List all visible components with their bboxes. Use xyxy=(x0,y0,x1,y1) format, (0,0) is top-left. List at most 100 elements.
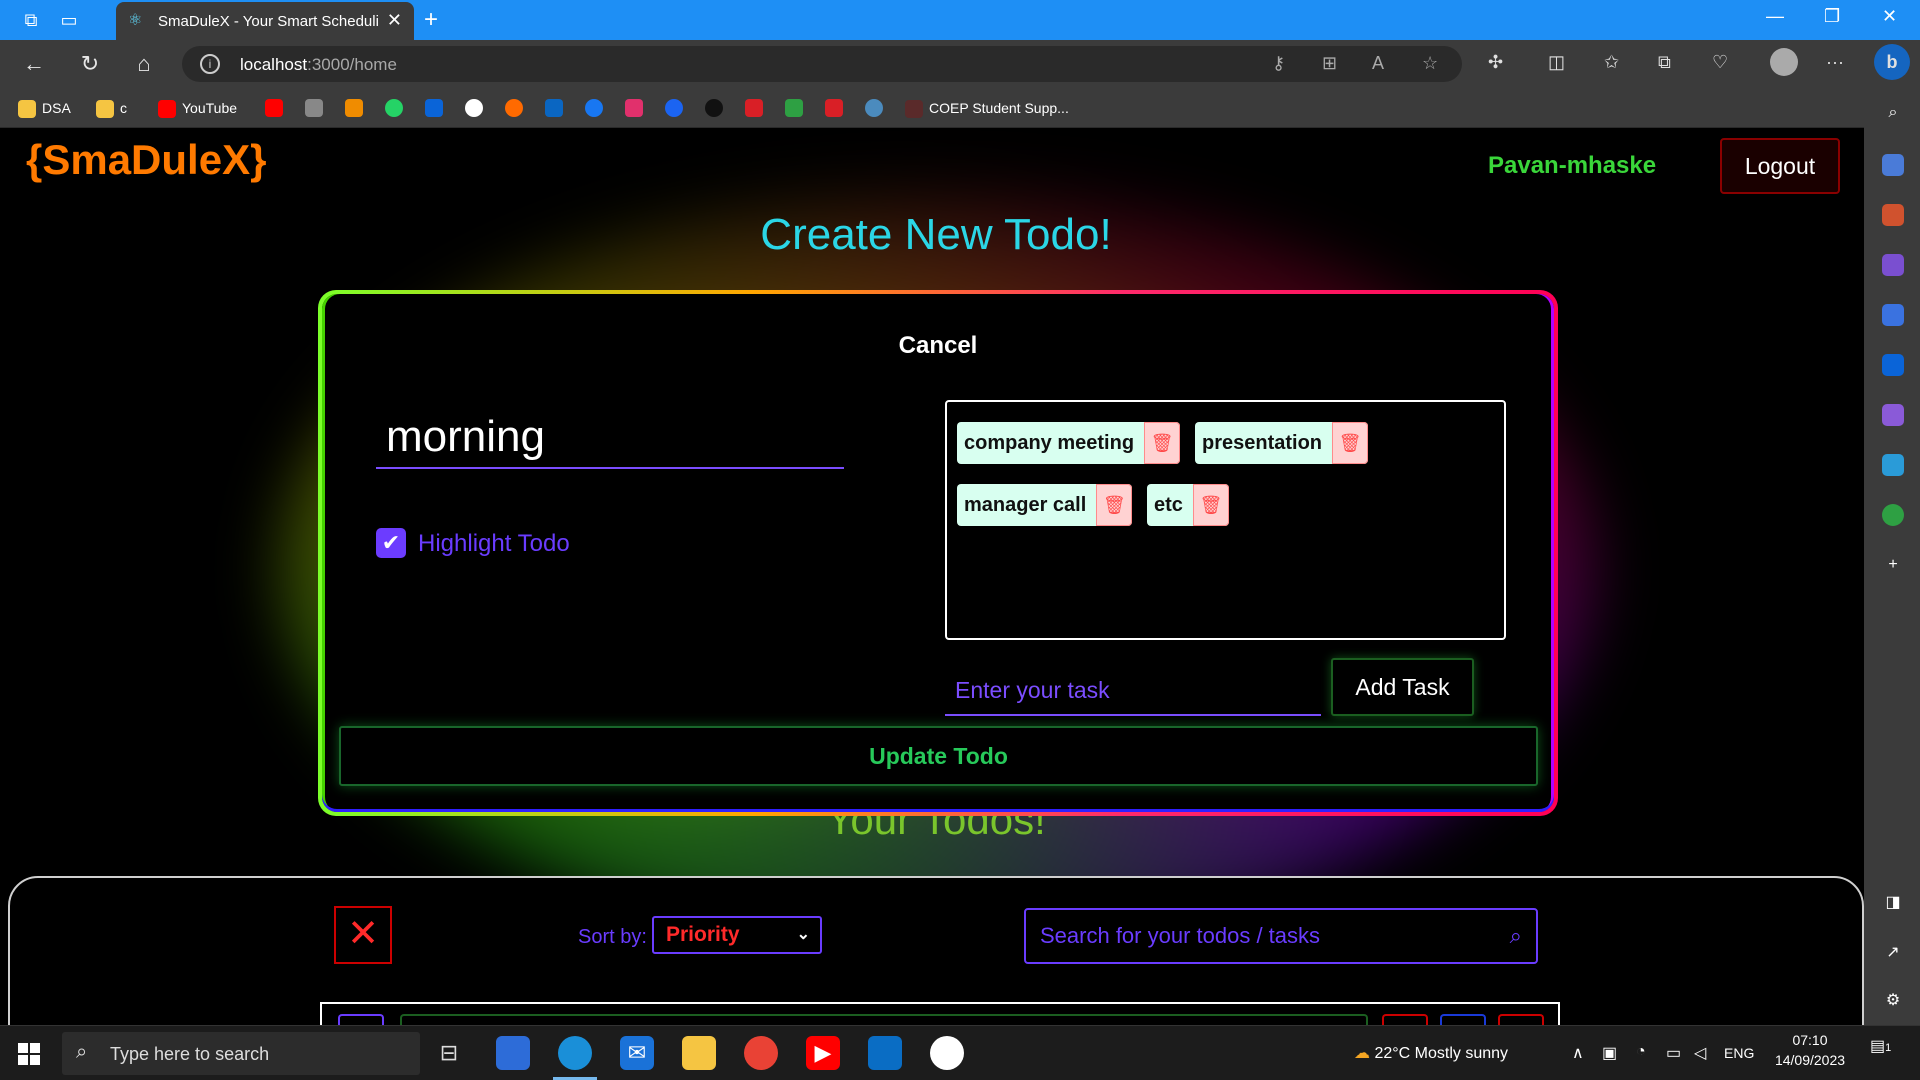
whatsapp-icon[interactable] xyxy=(385,99,403,117)
tools-icon[interactable] xyxy=(1882,204,1904,226)
chrome-icon[interactable] xyxy=(744,1036,778,1070)
split-screen-icon[interactable]: ◫ xyxy=(1548,52,1565,73)
close-window-icon[interactable]: ✕ xyxy=(1882,6,1897,27)
settings-gear-icon[interactable]: ⚙ xyxy=(1882,990,1904,1012)
search-icon[interactable]: ⌕ xyxy=(1882,102,1904,124)
notifications-icon[interactable]: ▤1 xyxy=(1870,1036,1891,1056)
browser-tab[interactable]: ⚛ SmaDuleX - Your Smart Scheduling ✕ xyxy=(116,2,414,40)
read-aloud-icon[interactable]: A xyxy=(1372,53,1384,74)
profile-avatar[interactable] xyxy=(1770,48,1798,76)
bookmark-youtube[interactable]: YouTube xyxy=(158,98,237,119)
todo-search-input[interactable]: Search for your todos / tasks ⌕ xyxy=(1024,908,1538,964)
apps-icon[interactable]: ⊞ xyxy=(1322,53,1337,74)
back-icon[interactable]: ← xyxy=(20,50,48,78)
copilot-sidebar-icon[interactable] xyxy=(1882,304,1904,326)
games-icon[interactable] xyxy=(1882,254,1904,276)
minimize-icon[interactable]: — xyxy=(1766,6,1784,27)
battery-icon[interactable]: ▭ xyxy=(1666,1043,1681,1063)
google-icon[interactable] xyxy=(465,99,483,117)
shopping-icon[interactable] xyxy=(1882,154,1904,176)
copilot-taskbar-icon[interactable] xyxy=(496,1036,530,1070)
task-view-icon[interactable]: ⊟ xyxy=(432,1036,466,1070)
external-link-icon[interactable]: ↗ xyxy=(1882,942,1904,964)
youtube-icon[interactable] xyxy=(265,99,283,117)
trash-icon[interactable]: 🗑 xyxy=(1096,484,1133,526)
address-bar[interactable]: i localhost:3000/home ⚷ ⊞ A ☆ xyxy=(182,46,1462,82)
bookmark-c[interactable]: c xyxy=(96,98,127,119)
site-icon[interactable] xyxy=(665,99,683,117)
todo-checkbox[interactable] xyxy=(338,1014,384,1025)
update-todo-button[interactable]: Update Todo xyxy=(339,726,1538,786)
workspaces-icon[interactable]: ⧉ xyxy=(20,9,42,31)
windows-start-icon[interactable] xyxy=(18,1043,40,1065)
site-icon[interactable] xyxy=(705,99,723,117)
sort-select[interactable]: Priority ⌄ xyxy=(652,916,822,954)
todo-title[interactable] xyxy=(400,1014,1368,1025)
close-tab-icon[interactable]: ✕ xyxy=(387,10,402,31)
mail-icon[interactable]: ✉ xyxy=(620,1036,654,1070)
linkedin-icon[interactable] xyxy=(545,99,563,117)
outlook-icon[interactable] xyxy=(1882,354,1904,376)
site-icon[interactable] xyxy=(345,99,363,117)
brand-logo[interactable]: {SmaDuleX} xyxy=(26,136,266,184)
extensions-icon[interactable]: ✣ xyxy=(1488,52,1503,73)
collections-icon[interactable]: ⧉ xyxy=(1658,52,1671,73)
add-task-button[interactable]: Add Task xyxy=(1331,658,1474,716)
site-icon[interactable] xyxy=(505,99,523,117)
designer-icon[interactable] xyxy=(1882,404,1904,426)
tab-actions-icon[interactable]: ▭ xyxy=(58,9,80,31)
browser-essentials-icon[interactable]: ♡ xyxy=(1712,52,1728,73)
clock[interactable]: 07:10 14/09/2023 xyxy=(1770,1032,1850,1068)
trash-icon[interactable]: 🗑 xyxy=(1332,422,1369,464)
copilot-icon[interactable]: b xyxy=(1874,44,1910,80)
sidebar-toggle-icon[interactable]: ◨ xyxy=(1882,892,1904,914)
restore-icon[interactable]: ❐ xyxy=(1824,6,1840,27)
volume-icon[interactable]: ◁ xyxy=(1694,1043,1706,1063)
send-icon[interactable] xyxy=(1882,454,1904,476)
bookmark-dsa[interactable]: DSA xyxy=(18,98,71,119)
show-hidden-icons[interactable]: ∧ xyxy=(1572,1043,1584,1063)
highlight-label[interactable]: Highlight Todo xyxy=(418,530,570,558)
todo-action-button[interactable] xyxy=(1498,1014,1544,1025)
github-icon[interactable] xyxy=(930,1036,964,1070)
tray-device-icon[interactable]: ▣ xyxy=(1602,1043,1617,1063)
outlook-icon[interactable] xyxy=(425,99,443,117)
instagram-icon[interactable] xyxy=(625,99,643,117)
facebook-icon[interactable] xyxy=(585,99,603,117)
bookmark-coep[interactable]: COEP Student Supp... xyxy=(905,98,1069,119)
taskbar-search[interactable]: ⌕ Type here to search xyxy=(62,1032,420,1075)
wifi-icon[interactable]: ◔ xyxy=(1636,1043,1646,1061)
tree-icon[interactable] xyxy=(1882,504,1904,526)
site-info-icon[interactable]: i xyxy=(200,54,220,74)
key-icon[interactable]: ⚷ xyxy=(1272,53,1285,74)
task-input[interactable]: Enter your task xyxy=(945,664,1321,716)
python-icon[interactable] xyxy=(865,99,883,117)
todo-action-button[interactable] xyxy=(1382,1014,1428,1025)
todo-action-button[interactable] xyxy=(1440,1014,1486,1025)
trash-icon[interactable]: 🗑 xyxy=(1192,484,1229,526)
trash-icon[interactable]: 🗑 xyxy=(1144,422,1181,464)
todo-title-input[interactable]: morning xyxy=(376,409,844,469)
vscode-icon[interactable] xyxy=(868,1036,902,1070)
weather-widget[interactable]: ☁ 22°C Mostly sunny xyxy=(1354,1043,1508,1063)
file-explorer-icon[interactable] xyxy=(682,1036,716,1070)
new-tab-icon[interactable]: + xyxy=(424,6,438,34)
cancel-button[interactable]: Cancel xyxy=(322,332,1554,360)
add-icon[interactable]: + xyxy=(1882,554,1904,576)
language-indicator[interactable]: ENG xyxy=(1724,1045,1754,1061)
youtube-icon[interactable]: ▶ xyxy=(806,1036,840,1070)
edge-icon[interactable] xyxy=(558,1036,592,1070)
clear-filters-button[interactable]: ✕ xyxy=(334,906,392,964)
search-icon[interactable]: ⌕ xyxy=(1510,910,1522,962)
site-icon[interactable] xyxy=(785,99,803,117)
favorite-star-icon[interactable]: ☆ xyxy=(1422,53,1438,74)
site-icon[interactable] xyxy=(745,99,763,117)
site-icon[interactable] xyxy=(305,99,323,117)
logout-button[interactable]: Logout xyxy=(1720,138,1840,194)
favorites-icon[interactable]: ✩ xyxy=(1604,52,1619,73)
site-icon[interactable] xyxy=(825,99,843,117)
home-icon[interactable]: ⌂ xyxy=(130,50,158,78)
highlight-checkbox[interactable]: ✔ xyxy=(376,528,406,558)
more-menu-icon[interactable]: ··· xyxy=(1826,52,1844,73)
refresh-icon[interactable]: ↻ xyxy=(76,50,104,78)
